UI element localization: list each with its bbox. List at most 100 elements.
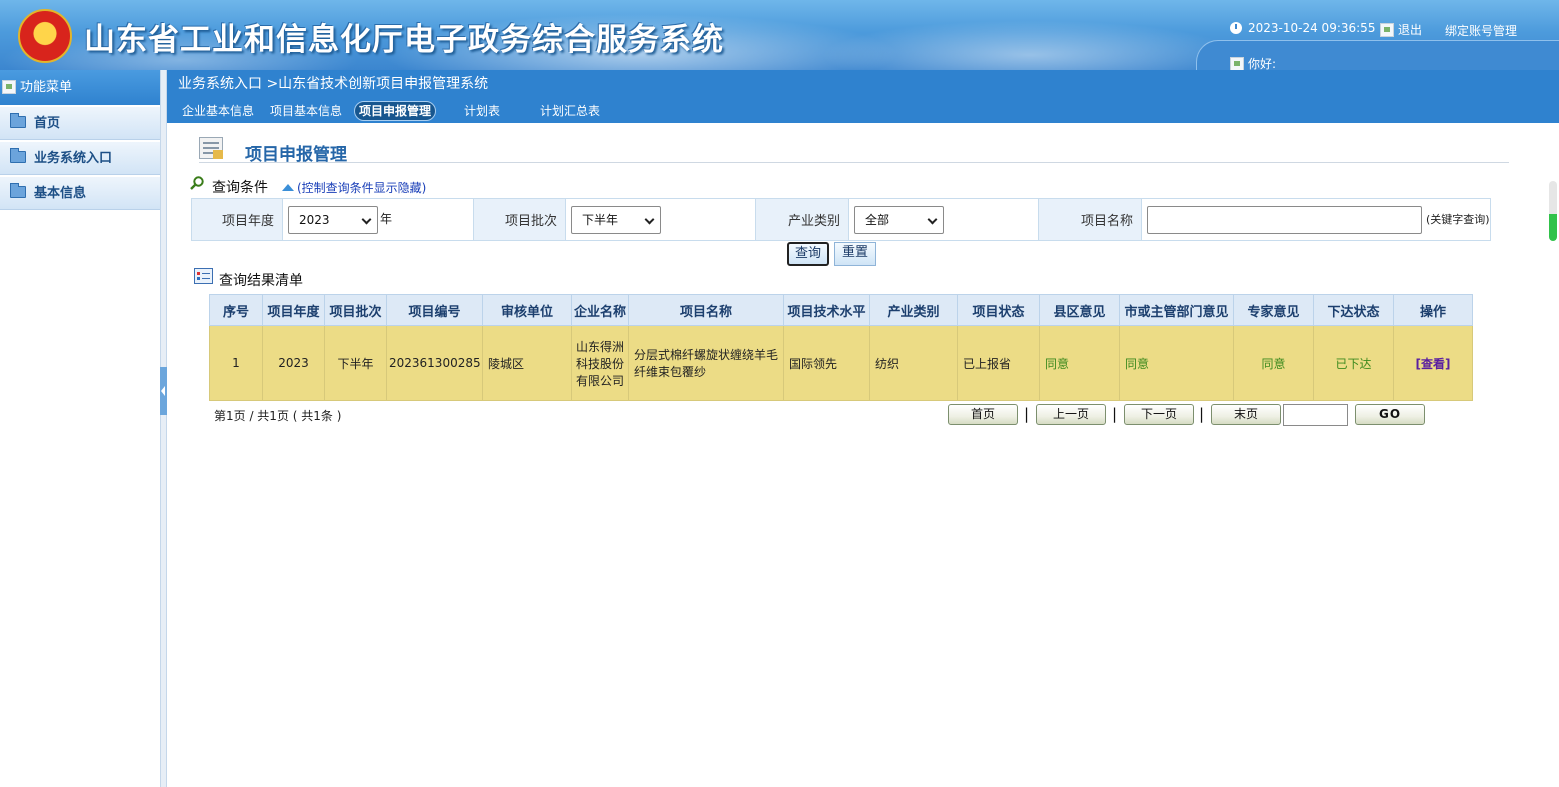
cell-expert-opinion: 同意 [1233,325,1314,401]
header-cloud-decoration [820,20,1240,70]
industry-select[interactable]: 全部 [854,205,944,234]
column-header: 产业类别 [869,294,958,326]
logout-icon [1380,23,1394,37]
sidebar-item-label: 业务系统入口 [34,151,113,166]
sidebar-item-business-entry[interactable]: 业务系统入口 [0,142,160,175]
tab-project-declaration[interactable]: 项目申报管理 [354,101,437,121]
result-section-label: 查询结果清单 [219,273,303,289]
column-header: 序号 [209,294,263,326]
column-header: 下达状态 [1313,294,1394,326]
go-button[interactable]: GO [1355,404,1425,425]
year-select-value: 2023 [299,212,330,227]
column-header: 项目编号 [386,294,483,326]
cell-status: 已上报省 [957,325,1040,401]
search-icon [190,176,204,190]
search-button[interactable]: 查询 [787,242,829,266]
year-label: 项目年度 [191,198,283,241]
scrollbar-thumb[interactable] [1549,181,1557,241]
document-icon [199,137,223,159]
sidebar: 功能菜单 首页 业务系统入口 基本信息 [0,70,161,787]
tab-enterprise-info[interactable]: 企业基本信息 [178,101,258,121]
page-title-bar: 项目申报管理 [199,137,1509,165]
tab-plan-table[interactable]: 计划表 [460,101,504,121]
folder-icon [10,148,26,163]
year-unit: 年 [380,212,393,226]
table-row: 1 2023 下半年 202361300285 陵城区 山东得洲科技股份有限公司… [209,325,1473,401]
cell-code: 202361300285 [386,325,483,401]
sidebar-splitter[interactable] [160,70,167,787]
table-header-row: 序号 项目年度 项目批次 项目编号 审核单位 企业名称 项目名称 项目技术水平 … [209,294,1473,326]
logout-link[interactable]: 退出 [1380,21,1422,38]
chevron-down-icon [361,214,372,224]
reset-button[interactable]: 重置 [834,242,876,266]
collapse-sidebar-icon[interactable] [160,367,167,415]
column-header: 项目名称 [628,294,784,326]
batch-select-value: 下半年 [582,212,619,227]
chevron-down-icon [644,214,655,224]
sidebar-item-home[interactable]: 首页 [0,107,160,140]
column-header: 项目状态 [957,294,1040,326]
prev-page-button[interactable]: 上一页 [1036,404,1106,425]
national-emblem-logo: ★ [18,9,72,63]
logout-label: 退出 [1398,23,1423,37]
cell-county-opinion: 同意 [1039,325,1120,401]
cell-batch: 下半年 [324,325,387,401]
batch-select[interactable]: 下半年 [571,205,661,234]
sidebar-item-basic-info[interactable]: 基本信息 [0,177,160,210]
folder-icon [10,183,26,198]
column-header: 县区意见 [1039,294,1120,326]
industry-select-value: 全部 [865,212,890,227]
cell-audit-unit: 陵城区 [482,325,572,401]
cell-company: 山东得洲科技股份有限公司 [571,325,629,401]
sidebar-item-label: 基本信息 [34,186,87,201]
cell-industry: 纺织 [869,325,958,401]
toggle-query-link[interactable]: (控制查询条件显示隐藏) [282,179,426,196]
clock-icon [1230,22,1242,34]
bind-account-link[interactable]: 绑定账号管理 [1445,22,1517,39]
cell-index: 1 [209,325,263,401]
batch-label: 项目批次 [473,198,566,241]
sidebar-heading-label: 功能菜单 [20,80,73,95]
tab-plan-summary[interactable]: 计划汇总表 [536,101,604,121]
list-icon [194,268,213,284]
column-header: 企业名称 [571,294,629,326]
content-nav-bar: 业务系统入口 >山东省技术创新项目申报管理系统 企业基本信息 项目基本信息 项目… [167,70,1559,123]
collapse-arrow-icon [282,184,294,191]
project-name-label: 项目名称 [1038,198,1142,241]
project-name-input[interactable] [1147,205,1422,234]
view-link[interactable]: [查看] [1416,357,1451,371]
pagination-separator: | [1199,405,1205,423]
menu-icon [2,80,16,94]
column-header: 项目年度 [262,294,325,326]
first-page-button[interactable]: 首页 [948,404,1018,425]
app-header: ★ 山东省工业和信息化厅电子政务综合服务系统 2023-10-24 09:36:… [0,0,1559,70]
batch-cell: 下半年 [565,198,756,241]
column-header: 审核单位 [482,294,572,326]
last-page-button[interactable]: 末页 [1211,404,1281,425]
year-cell: 2023 年 [282,198,474,241]
industry-cell: 全部 [848,198,1039,241]
column-header: 市或主管部门意见 [1119,294,1234,326]
pagination-separator: | [1112,405,1118,423]
cell-city-opinion: 同意 [1119,325,1234,401]
result-table: 序号 项目年度 项目批次 项目编号 审核单位 企业名称 项目名称 项目技术水平 … [209,294,1473,401]
next-page-button[interactable]: 下一页 [1124,404,1194,425]
column-header: 操作 [1393,294,1473,326]
project-name-cell: (关键字查询) [1141,198,1491,241]
chevron-down-icon [927,214,938,224]
toggle-query-label: (控制查询条件显示隐藏) [297,181,427,195]
cell-project-name: 分层式棉纤螺旋状缠绕羊毛纤维束包覆纱 [628,325,784,401]
user-icon [1230,57,1244,70]
year-select[interactable]: 2023 [288,205,378,234]
cell-action: [查看] [1393,325,1473,401]
column-header: 项目批次 [324,294,387,326]
tab-project-info[interactable]: 项目基本信息 [266,101,346,121]
sidebar-heading: 功能菜单 [0,70,160,105]
page-number-input[interactable] [1283,404,1348,426]
column-header: 专家意见 [1233,294,1314,326]
pagination-info: 第1页 / 共1页 ( 共1条 ) [214,409,342,423]
user-greeting: 你好: [1230,55,1276,70]
cell-issue-status: 已下达 [1313,325,1394,401]
industry-label: 产业类别 [755,198,849,241]
query-section-label: 查询条件 [212,180,268,196]
